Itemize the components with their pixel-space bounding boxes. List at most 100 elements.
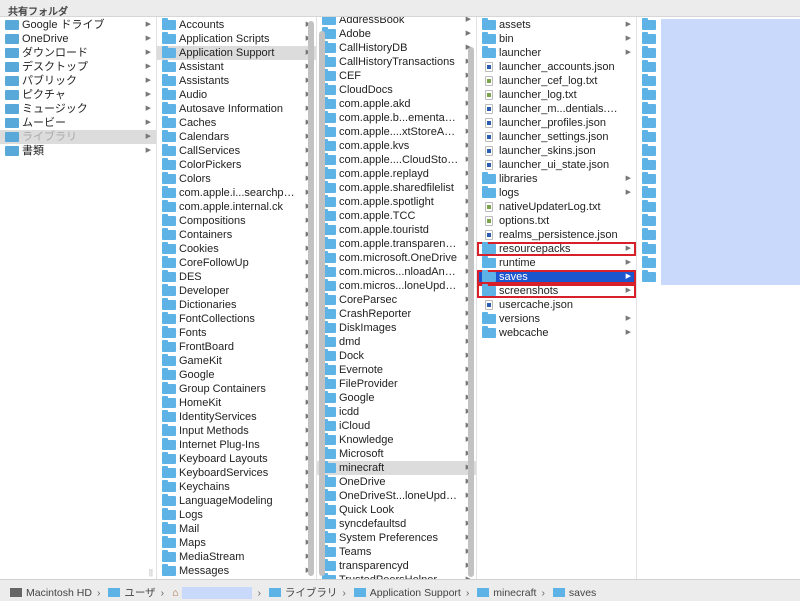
- path-root[interactable]: Macintosh HD: [26, 587, 92, 599]
- list-item[interactable]: launcher_m...dentials.json: [477, 102, 636, 116]
- list-item[interactable]: syncdefaultsd▶: [317, 517, 476, 531]
- list-item[interactable]: launcher_skins.json: [477, 144, 636, 158]
- list-item[interactable]: com.apple.replayd▶: [317, 167, 476, 181]
- list-item[interactable]: com.apple.sharedfilelist▶: [317, 181, 476, 195]
- list-item[interactable]: DiskImages▶: [317, 321, 476, 335]
- list-item[interactable]: Mail▶: [157, 522, 316, 536]
- scrollbar[interactable]: [308, 21, 314, 576]
- list-item[interactable]: Application Scripts▶: [157, 32, 316, 46]
- list-item[interactable]: launcher_log.txt: [477, 88, 636, 102]
- list-item[interactable]: com.apple.b...ementagent▶: [317, 111, 476, 125]
- list-item[interactable]: options.txt: [477, 214, 636, 228]
- list-item[interactable]: runtime ▶: [477, 256, 636, 270]
- list-item[interactable]: CallHistoryDB▶: [317, 41, 476, 55]
- list-item[interactable]: launcher_ui_state.json: [477, 158, 636, 172]
- list-item[interactable]: ムービー ▶: [0, 116, 156, 130]
- list-item[interactable]: libraries ▶: [477, 172, 636, 186]
- list-item[interactable]: Cookies▶: [157, 242, 316, 256]
- list-item[interactable]: GameKit▶: [157, 354, 316, 368]
- path-segment[interactable]: saves: [569, 587, 596, 599]
- column-resize-handle[interactable]: ||: [149, 568, 153, 577]
- list-item[interactable]: FileProvider▶: [317, 377, 476, 391]
- column-library[interactable]: Accounts▶Application Scripts▶Application…: [157, 17, 317, 579]
- list-item[interactable]: Assistant▶: [157, 60, 316, 74]
- list-item[interactable]: Developer▶: [157, 284, 316, 298]
- list-item[interactable]: FontCollections▶: [157, 312, 316, 326]
- list-item[interactable]: versions ▶: [477, 312, 636, 326]
- list-item[interactable]: launcher_settings.json: [477, 130, 636, 144]
- list-item[interactable]: CallHistoryTransactions▶: [317, 55, 476, 69]
- list-item[interactable]: Internet Plug-Ins▶: [157, 438, 316, 452]
- list-item[interactable]: Dictionaries▶: [157, 298, 316, 312]
- list-item[interactable]: usercache.json: [477, 298, 636, 312]
- list-item[interactable]: nativeUpdaterLog.txt: [477, 200, 636, 214]
- list-item[interactable]: CallServices▶: [157, 144, 316, 158]
- list-item[interactable]: Logs▶: [157, 508, 316, 522]
- list-item[interactable]: Evernote▶: [317, 363, 476, 377]
- list-item[interactable]: Accounts▶: [157, 18, 316, 32]
- list-item[interactable]: DES▶: [157, 270, 316, 284]
- list-item[interactable]: Group Containers▶: [157, 382, 316, 396]
- list-item[interactable]: com.apple.kvs▶: [317, 139, 476, 153]
- list-item[interactable]: Fonts▶: [157, 326, 316, 340]
- list-item[interactable]: CoreParsec▶: [317, 293, 476, 307]
- list-item[interactable]: AddressBook ▶: [317, 17, 476, 27]
- list-item[interactable]: realms_persistence.json: [477, 228, 636, 242]
- list-item[interactable]: com.apple.i...searchpartyd▶: [157, 186, 316, 200]
- list-item[interactable]: Microsoft▶: [317, 447, 476, 461]
- list-item[interactable]: Autosave Information▶: [157, 102, 316, 116]
- column-sidebar[interactable]: Google ドライブ ▶ OneDrive ▶ ダウンロード ▶ デスクトップ ▶ パブリック…: [0, 17, 157, 579]
- column-application-support[interactable]: AddressBook ▶ Adobe ▶ CallHistoryDB▶CallHist…: [317, 17, 477, 579]
- list-item[interactable]: screenshots ▶: [477, 284, 636, 298]
- list-item[interactable]: bin ▶: [477, 32, 636, 46]
- path-segment[interactable]: ユーザ: [124, 585, 155, 600]
- list-item[interactable]: FrontBoard▶: [157, 340, 316, 354]
- list-item[interactable]: ミュージック ▶: [0, 102, 156, 116]
- list-item[interactable]: IdentityServices▶: [157, 410, 316, 424]
- list-item[interactable]: CloudDocs▶: [317, 83, 476, 97]
- list-item[interactable]: com.apple....CloudStorage▶: [317, 153, 476, 167]
- list-item[interactable]: Keychains▶: [157, 480, 316, 494]
- list-item[interactable]: Input Methods▶: [157, 424, 316, 438]
- list-item[interactable]: KeyboardServices▶: [157, 466, 316, 480]
- list-item[interactable]: minecraft▶: [317, 461, 476, 475]
- list-item[interactable]: Assistants▶: [157, 74, 316, 88]
- list-item[interactable]: LanguageModeling▶: [157, 494, 316, 508]
- list-item[interactable]: Quick Look▶: [317, 503, 476, 517]
- list-item[interactable]: com.apple.akd▶: [317, 97, 476, 111]
- list-item[interactable]: com.apple.internal.ck▶: [157, 200, 316, 214]
- path-segment[interactable]: Application Support: [370, 587, 461, 599]
- list-item[interactable]: transparencyd▶: [317, 559, 476, 573]
- list-item[interactable]: ColorPickers▶: [157, 158, 316, 172]
- list-item[interactable]: CoreFollowUp▶: [157, 256, 316, 270]
- list-item[interactable]: Audio▶: [157, 88, 316, 102]
- scrollbar[interactable]: [468, 47, 474, 577]
- list-item[interactable]: saves ▶: [477, 270, 636, 284]
- list-item[interactable]: デスクトップ ▶: [0, 60, 156, 74]
- list-item[interactable]: com.micros...nloadAndGo▶: [317, 265, 476, 279]
- list-item[interactable]: iCloud▶: [317, 419, 476, 433]
- path-segment-redacted[interactable]: [182, 586, 253, 599]
- list-item[interactable]: Teams▶: [317, 545, 476, 559]
- list-item[interactable]: Application Support▶: [157, 46, 316, 60]
- list-item[interactable]: Calendars▶: [157, 130, 316, 144]
- list-item[interactable]: Google▶: [317, 391, 476, 405]
- column-minecraft[interactable]: assets ▶ bin ▶ launcher ▶ launcher_accounts.js…: [477, 17, 637, 579]
- list-item[interactable]: System Preferences▶: [317, 531, 476, 545]
- list-item[interactable]: ライブラリ ▶: [0, 130, 156, 144]
- list-item[interactable]: Compositions▶: [157, 214, 316, 228]
- list-item[interactable]: launcher ▶: [477, 46, 636, 60]
- list-item[interactable]: Colors▶: [157, 172, 316, 186]
- list-item[interactable]: com.apple....xtStoreAgent▶: [317, 125, 476, 139]
- list-item[interactable]: ピクチャ ▶: [0, 88, 156, 102]
- list-item[interactable]: Keyboard Layouts▶: [157, 452, 316, 466]
- list-item[interactable]: パブリック ▶: [0, 74, 156, 88]
- list-item[interactable]: launcher_profiles.json: [477, 116, 636, 130]
- list-item[interactable]: OneDrive▶: [317, 475, 476, 489]
- list-item[interactable]: logs ▶: [477, 186, 636, 200]
- list-item[interactable]: Google ドライブ ▶: [0, 18, 156, 32]
- list-item[interactable]: CEF▶: [317, 69, 476, 83]
- list-item[interactable]: com.apple.spotlight▶: [317, 195, 476, 209]
- list-item[interactable]: dmd▶: [317, 335, 476, 349]
- list-item[interactable]: Caches▶: [157, 116, 316, 130]
